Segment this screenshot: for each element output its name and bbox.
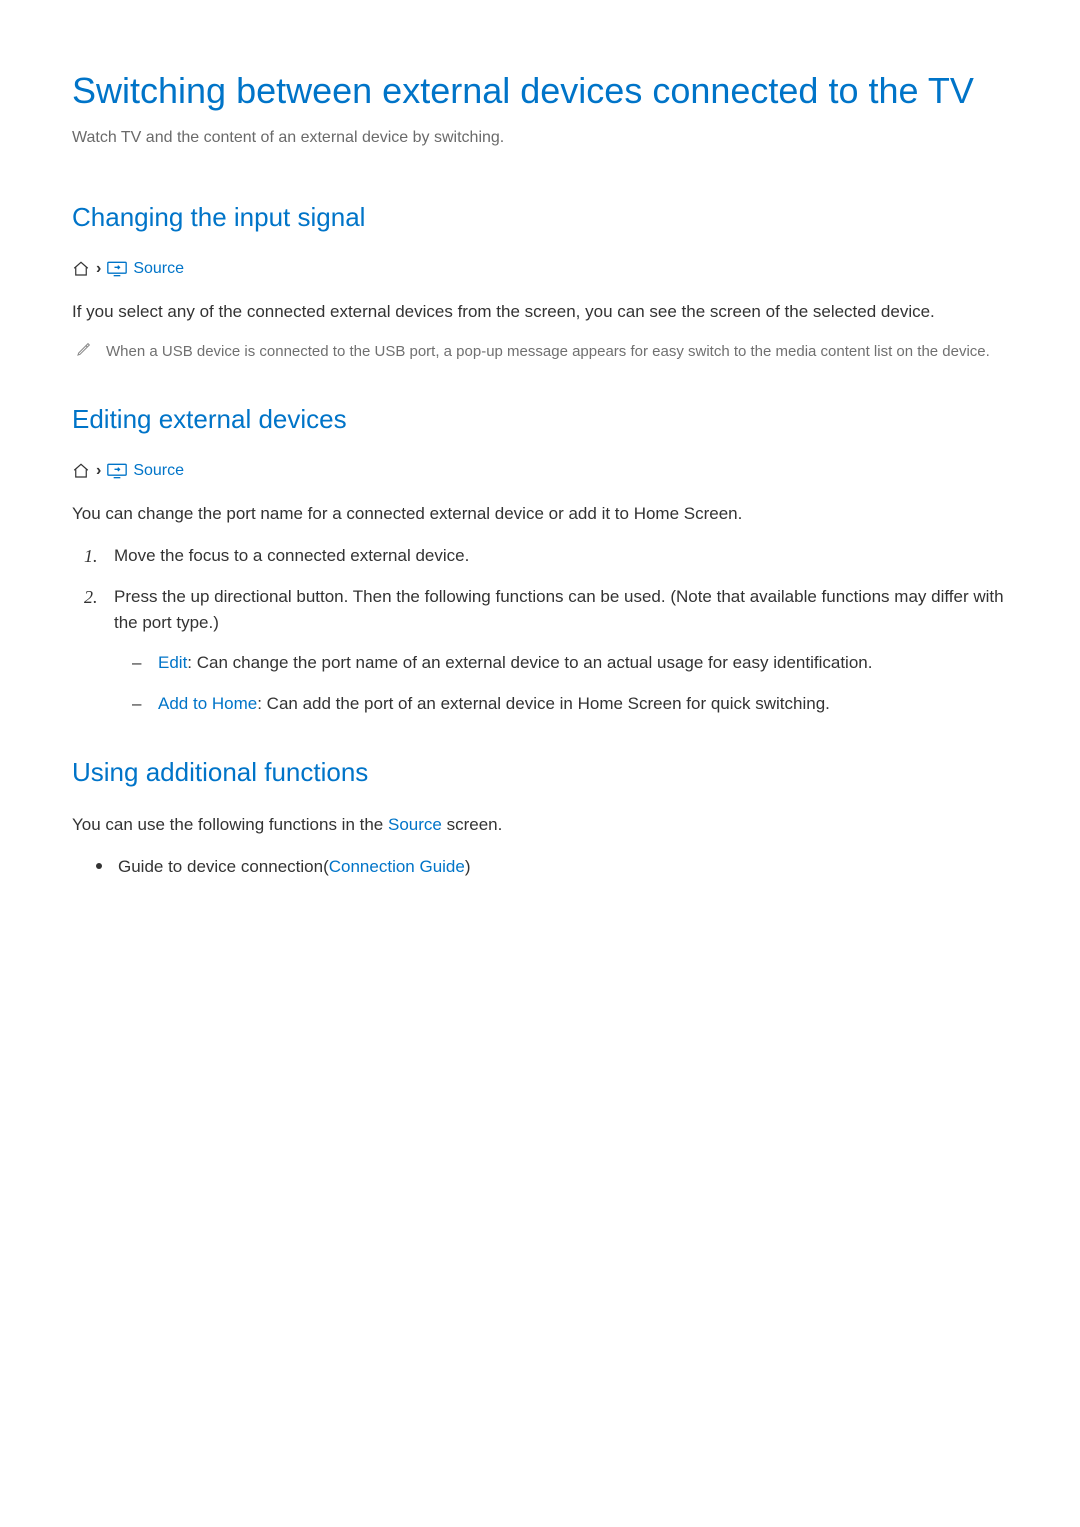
breadcrumb-source-1: › Source xyxy=(72,257,1008,281)
bullet-list: Guide to device connection(Connection Gu… xyxy=(96,854,1008,880)
breadcrumb-source-2: › Source xyxy=(72,459,1008,483)
home-icon xyxy=(72,260,90,278)
section1-paragraph: If you select any of the connected exter… xyxy=(72,299,1008,325)
bullet-pre: Guide to device connection( xyxy=(118,857,329,876)
keyword-connection-guide: Connection Guide xyxy=(329,857,465,876)
bullet-connection-guide: Guide to device connection(Connection Gu… xyxy=(96,854,1008,880)
section3-p-pre: You can use the following functions in t… xyxy=(72,815,388,834)
pencil-icon xyxy=(76,341,92,364)
section2-paragraph: You can change the port name for a conne… xyxy=(72,501,1008,527)
substep-addhome-rest: : Can add the port of an external device… xyxy=(257,694,830,713)
step-1: Move the focus to a connected external d… xyxy=(84,543,1008,569)
substep-addhome: Add to Home: Can add the port of an exte… xyxy=(132,691,1008,717)
bullet-post: ) xyxy=(465,857,471,876)
section-heading-changing-input: Changing the input signal xyxy=(72,198,1008,237)
chevron-right-icon: › xyxy=(96,459,101,483)
note-usb-text: When a USB device is connected to the US… xyxy=(106,341,990,364)
section3-p-post: screen. xyxy=(442,815,502,834)
home-icon xyxy=(72,462,90,480)
substep-edit: Edit: Can change the port name of an ext… xyxy=(132,650,1008,676)
source-icon xyxy=(107,463,127,479)
keyword-source: Source xyxy=(388,815,442,834)
step-2-sublist: Edit: Can change the port name of an ext… xyxy=(132,650,1008,717)
keyword-add-to-home: Add to Home xyxy=(158,694,257,713)
note-usb: When a USB device is connected to the US… xyxy=(72,341,1008,364)
chevron-right-icon: › xyxy=(96,257,101,281)
breadcrumb-source-label: Source xyxy=(133,257,184,281)
breadcrumb-source-label: Source xyxy=(133,459,184,483)
keyword-edit: Edit xyxy=(158,653,187,672)
page-subtitle: Watch TV and the content of an external … xyxy=(72,126,1008,150)
section-heading-editing-devices: Editing external devices xyxy=(72,400,1008,439)
source-icon xyxy=(107,261,127,277)
step-2: Press the up directional button. Then th… xyxy=(84,584,1008,717)
section3-paragraph: You can use the following functions in t… xyxy=(72,812,1008,838)
steps-list: Move the focus to a connected external d… xyxy=(84,543,1008,717)
section-heading-additional-functions: Using additional functions xyxy=(72,753,1008,792)
substep-edit-rest: : Can change the port name of an externa… xyxy=(187,653,872,672)
step-2-text: Press the up directional button. Then th… xyxy=(114,587,1004,632)
page-title: Switching between external devices conne… xyxy=(72,64,1008,118)
